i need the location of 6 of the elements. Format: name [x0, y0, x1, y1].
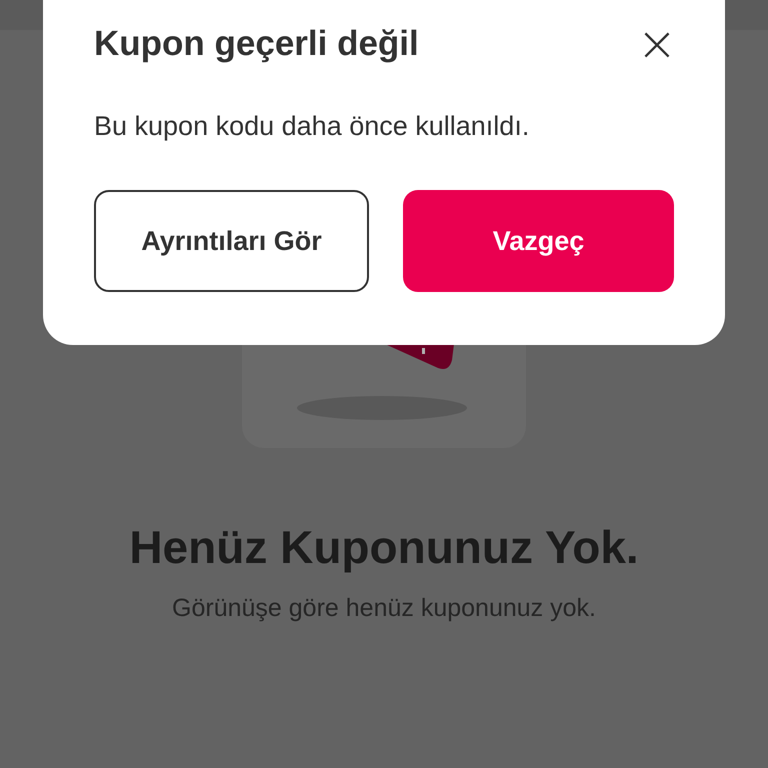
- empty-state-title: Henüz Kuponunuz Yok.: [129, 520, 639, 574]
- details-button[interactable]: Ayrıntıları Gör: [94, 190, 369, 292]
- cancel-button[interactable]: Vazgeç: [403, 190, 674, 292]
- dialog-title: Kupon geçerli değil: [94, 24, 419, 64]
- empty-state-message: Görünüşe göre henüz kuponunuz yok.: [172, 594, 596, 623]
- dialog-message: Bu kupon kodu daha önce kullanıldı.: [94, 111, 530, 142]
